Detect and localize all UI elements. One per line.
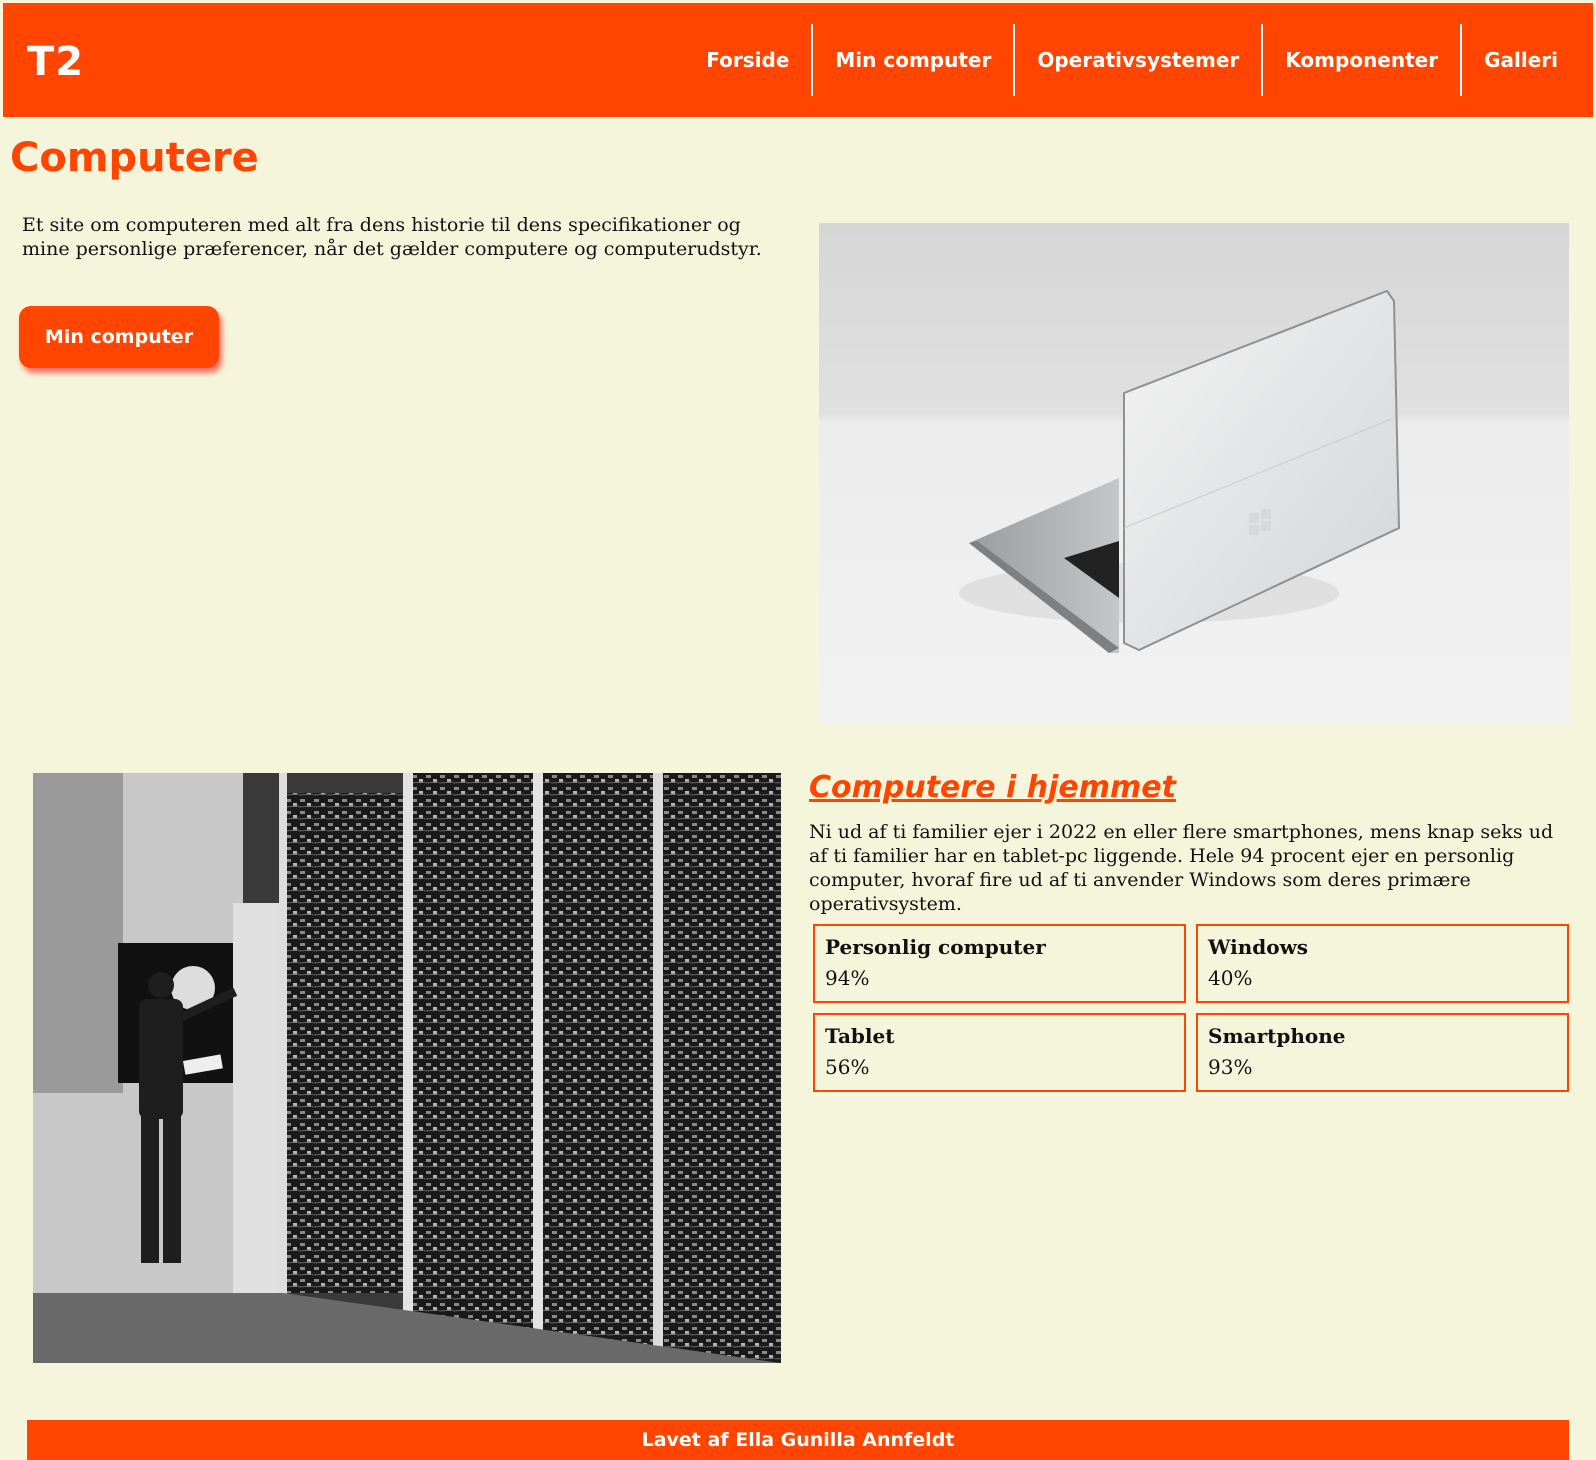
- mainframe-photo: [33, 773, 781, 1363]
- section-text: Ni ud af ti familier ejer i 2022 en elle…: [809, 821, 1554, 915]
- mainframe-illustration: [33, 773, 781, 1363]
- stat-label: Tablet: [825, 1024, 895, 1048]
- nav-operativsystemer[interactable]: Operativsystemer: [1013, 24, 1261, 96]
- main-nav: Forside Min computer Operativsystemer Ko…: [684, 24, 1593, 96]
- page-title: Computere: [10, 135, 259, 181]
- min-computer-button[interactable]: Min computer: [19, 306, 219, 368]
- site-logo[interactable]: T2: [27, 39, 84, 85]
- section-title: Computere i hjemmet: [809, 770, 1176, 805]
- stats-grid: Personlig computer 94% Windows 40% Table…: [813, 924, 1569, 1092]
- site-header: T2 Forside Min computer Operativsystemer…: [3, 3, 1593, 117]
- nav-min-computer[interactable]: Min computer: [811, 24, 1013, 96]
- stat-label: Personlig computer: [825, 935, 1046, 959]
- stat-label: Smartphone: [1208, 1024, 1346, 1048]
- nav-galleri[interactable]: Galleri: [1460, 24, 1593, 96]
- intro-text: Et site om computeren med alt fra dens h…: [22, 214, 762, 260]
- stat-value: 40%: [1208, 966, 1253, 990]
- nav-forside[interactable]: Forside: [684, 24, 811, 96]
- laptop-illustration: [959, 289, 1401, 653]
- stat-value: 56%: [825, 1055, 870, 1079]
- site-footer: Lavet af Ella Gunilla Annfeldt: [27, 1420, 1569, 1460]
- stat-card-tablet: Tablet 56%: [813, 1013, 1186, 1092]
- stat-value: 93%: [1208, 1055, 1253, 1079]
- stat-label: Windows: [1208, 935, 1309, 959]
- laptop-photo: [819, 223, 1569, 723]
- stat-card-personlig-computer: Personlig computer 94%: [813, 924, 1186, 1003]
- stat-card-smartphone: Smartphone 93%: [1196, 1013, 1569, 1092]
- stat-card-windows: Windows 40%: [1196, 924, 1569, 1003]
- nav-komponenter[interactable]: Komponenter: [1261, 24, 1460, 96]
- stat-value: 94%: [825, 966, 870, 990]
